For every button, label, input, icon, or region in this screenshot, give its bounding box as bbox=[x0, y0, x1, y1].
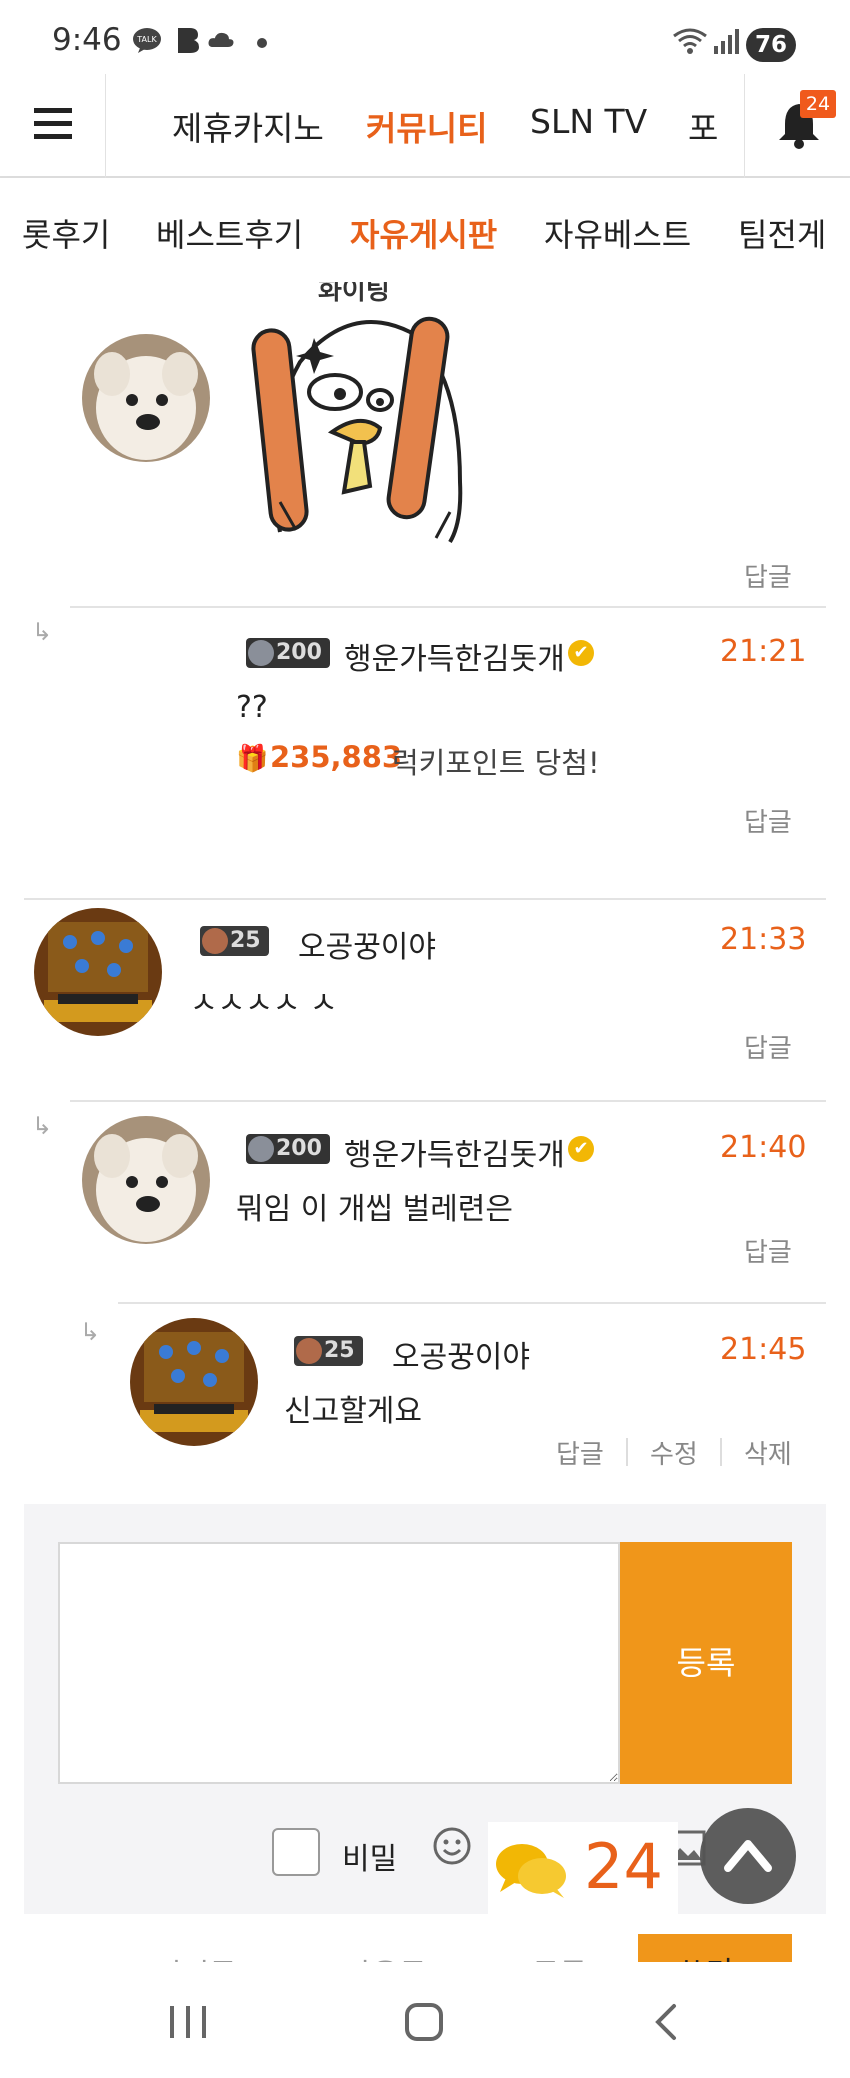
prize-amount: 235,883 bbox=[270, 740, 403, 774]
sticker-text: 화이팅 bbox=[318, 282, 390, 306]
sub-nav-lotte-review[interactable]: 롯후기 bbox=[22, 210, 110, 256]
submit-button[interactable]: 등록 bbox=[620, 1542, 792, 1784]
wifi-icon bbox=[673, 28, 707, 54]
dot-icon bbox=[257, 38, 267, 48]
comment-text: 뭐임 이 개씹 벌레련은 bbox=[236, 1192, 514, 1227]
level-gem-icon bbox=[202, 928, 228, 954]
reply-link[interactable]: 답글 bbox=[744, 1028, 792, 1065]
sub-nav-free-board[interactable]: 자유게시판 bbox=[350, 210, 497, 256]
comment-time: 21:45 bbox=[720, 1332, 807, 1367]
nav-item-partner-casino[interactable]: 제휴카지노 bbox=[172, 102, 324, 150]
comment-time: 21:33 bbox=[720, 922, 807, 957]
reply-link[interactable]: 답글 bbox=[744, 557, 792, 594]
comment-count: 24 bbox=[584, 1830, 663, 1903]
avatar[interactable] bbox=[34, 908, 162, 1036]
divider bbox=[720, 1438, 722, 1466]
verified-icon: ✔ bbox=[568, 1136, 594, 1162]
comment-item: ↳ 200 행운가득한김돗개 ✔ 21:40 뭐임 이 개씹 벌레련은 답글 bbox=[0, 1102, 850, 1302]
post-actions-row: 이전글 다음글 목록 쓰기 bbox=[24, 1914, 826, 1962]
menu-button[interactable] bbox=[0, 74, 106, 178]
prev-post-link[interactable]: 이전글 bbox=[154, 1950, 237, 1962]
level-text: 25 bbox=[324, 1338, 355, 1363]
chat-bubble-icon bbox=[496, 1844, 566, 1898]
comment-text: ㅅㅅㅅㅅ ㅅ bbox=[190, 986, 338, 1021]
level-text: 200 bbox=[276, 640, 322, 665]
avatar[interactable] bbox=[130, 1318, 258, 1446]
username[interactable]: 행운가득한김돗개 bbox=[344, 634, 565, 678]
delete-link[interactable]: 삭제 bbox=[744, 1434, 792, 1471]
secret-checkbox[interactable] bbox=[272, 1828, 320, 1876]
sub-nav-free-best[interactable]: 자유베스트 bbox=[544, 210, 691, 256]
divider bbox=[626, 1438, 628, 1466]
dog-avatar-icon bbox=[82, 334, 210, 462]
comment-textarea[interactable] bbox=[58, 1542, 620, 1784]
comment-time: 21:40 bbox=[720, 1130, 807, 1165]
game-avatar-icon bbox=[34, 908, 162, 1036]
back-icon[interactable] bbox=[650, 2002, 680, 2042]
b-app-icon bbox=[178, 28, 199, 53]
avatar[interactable] bbox=[82, 334, 210, 462]
comment-count-widget[interactable]: 24 bbox=[488, 1822, 678, 1922]
level-gem-icon bbox=[248, 640, 274, 666]
home-icon[interactable] bbox=[404, 2002, 444, 2042]
comment-item: ↳ 200 행운가득한김돗개 ✔ 21:21 ?? 🎁 235,883 럭키포인… bbox=[0, 334, 850, 900]
comment-time: 21:21 bbox=[720, 634, 807, 669]
comment-item: 25 오공꿍이야 21:33 ㅅㅅㅅㅅ ㅅ 답글 bbox=[0, 900, 850, 1100]
verified-icon: ✔ bbox=[568, 640, 594, 666]
gift-icon: 🎁 bbox=[236, 744, 269, 774]
top-nav: 제휴카지노 커뮤니티 SLN TV 포 24 bbox=[0, 74, 850, 178]
scroll-top-button[interactable] bbox=[700, 1808, 796, 1904]
signal-icon bbox=[714, 29, 739, 54]
reply-link[interactable]: 답글 bbox=[744, 802, 792, 839]
notification-badge: 24 bbox=[800, 90, 836, 118]
nav-item-partial[interactable]: 포 bbox=[688, 102, 722, 150]
avatar[interactable] bbox=[82, 1116, 210, 1244]
emoji-icon[interactable] bbox=[432, 1826, 472, 1866]
comment-text: 신고할게요 bbox=[284, 1394, 422, 1429]
list-link[interactable]: 목록 bbox=[532, 1950, 587, 1962]
dog-avatar-icon bbox=[82, 1116, 210, 1244]
game-avatar-icon bbox=[130, 1318, 258, 1446]
battery-icon: 76 bbox=[746, 28, 796, 62]
next-post-link[interactable]: 다음글 bbox=[344, 1950, 427, 1962]
level-gem-icon bbox=[248, 1136, 274, 1162]
level-gem-icon bbox=[296, 1338, 322, 1364]
hamburger-icon bbox=[34, 108, 72, 139]
reply-arrow-icon: ↳ bbox=[80, 1318, 101, 1346]
nav-item-community[interactable]: 커뮤니티 bbox=[366, 102, 487, 150]
sub-nav-best-review[interactable]: 베스트후기 bbox=[156, 210, 303, 256]
chicken-sticker-icon bbox=[251, 316, 463, 544]
nav-item-sln-tv[interactable]: SLN TV bbox=[530, 102, 647, 141]
status-bar: 9:46 TALK 76 bbox=[0, 0, 850, 74]
username[interactable]: 오공꿍이야 bbox=[298, 922, 436, 966]
sticker-image: 화이팅 bbox=[240, 282, 500, 552]
write-button[interactable]: 쓰기 bbox=[638, 1934, 792, 1962]
sub-nav: 롯후기 베스트후기 자유게시판 자유베스트 팀전게 bbox=[0, 178, 850, 282]
reply-link[interactable]: 답글 bbox=[556, 1434, 604, 1471]
secret-label: 비밀 bbox=[342, 1842, 398, 1877]
username[interactable]: 행운가득한김돗개 bbox=[344, 1130, 565, 1174]
edit-link[interactable]: 수정 bbox=[650, 1434, 698, 1471]
level-text: 25 bbox=[230, 928, 261, 953]
prize-text: 럭키포인트 당첨! bbox=[392, 746, 600, 780]
reply-arrow-icon: ↳ bbox=[32, 1112, 53, 1140]
kakaotalk-icon: TALK bbox=[133, 28, 161, 53]
reply-link[interactable]: 답글 bbox=[744, 1232, 792, 1269]
sub-nav-team-game[interactable]: 팀전게 bbox=[738, 210, 826, 256]
recent-apps-icon[interactable] bbox=[168, 2004, 208, 2040]
cloud-icon bbox=[208, 32, 234, 48]
comment-text: ?? bbox=[236, 690, 268, 725]
reply-arrow-icon: ↳ bbox=[32, 618, 53, 646]
status-time: 9:46 bbox=[52, 22, 122, 58]
comment-item: ↳ 25 오공꿍이야 21:45 신고할게요 답글 수정 삭제 bbox=[0, 1304, 850, 1494]
chevron-up-icon bbox=[724, 1840, 772, 1872]
system-nav-bar bbox=[0, 1962, 850, 2078]
level-text: 200 bbox=[276, 1136, 322, 1161]
svg-text:TALK: TALK bbox=[136, 35, 157, 44]
username[interactable]: 오공꿍이야 bbox=[392, 1332, 530, 1376]
